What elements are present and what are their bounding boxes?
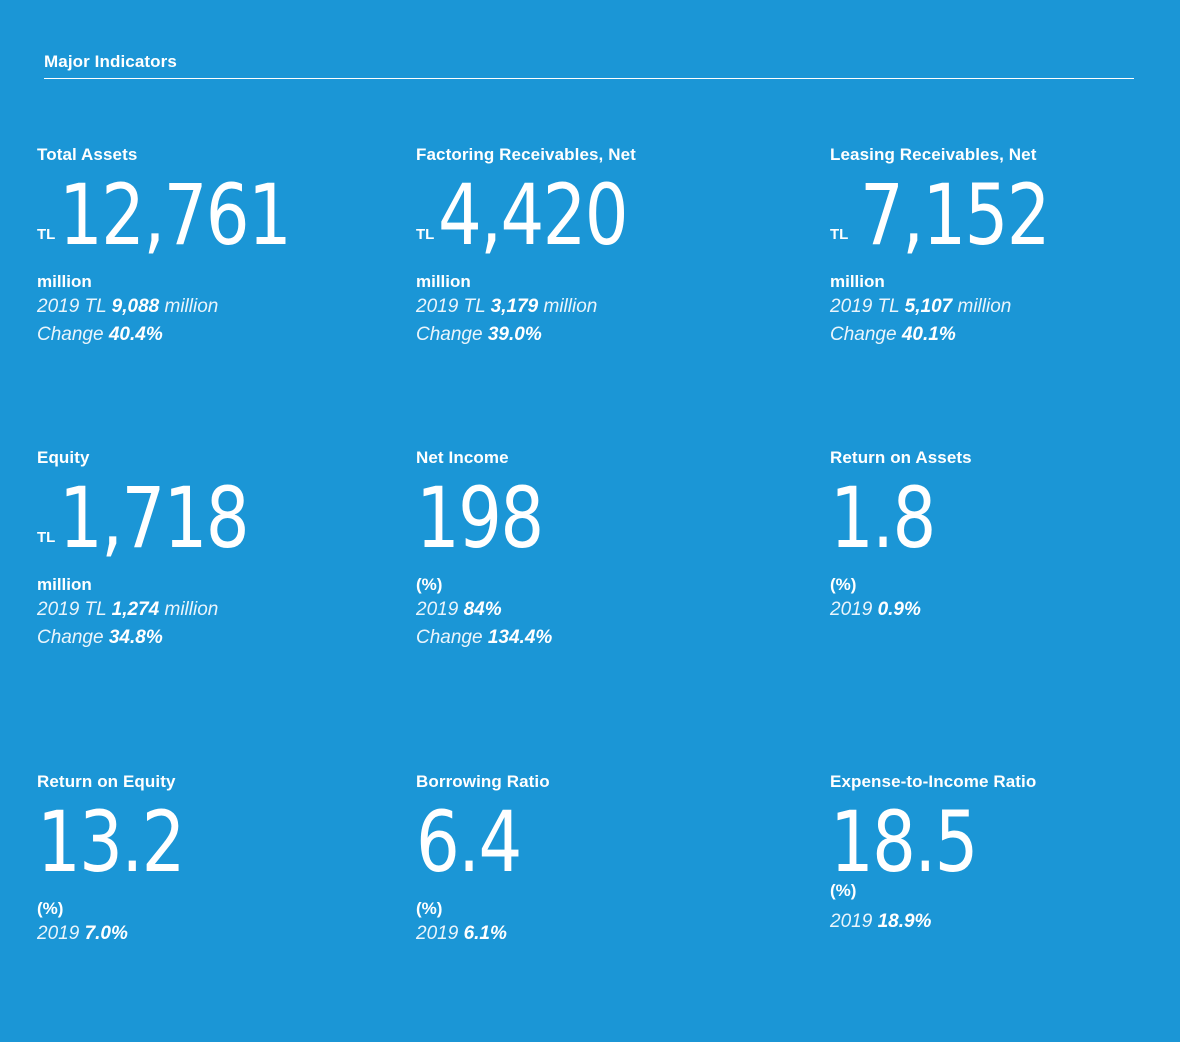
card-value: 4,420 — [438, 166, 629, 264]
card-factoring-receivables: Factoring Receivables, Net TL 4,420 mill… — [416, 145, 636, 349]
card-unit: (%) — [416, 575, 443, 594]
card-value: 198 — [416, 469, 544, 567]
change-line: Change 39.0% — [416, 321, 636, 349]
prev-year-value: 1,274 — [111, 599, 160, 620]
change-line: Change 134.4% — [416, 624, 552, 652]
currency-prefix: TL — [416, 226, 435, 243]
prev-year-suffix: million — [543, 296, 598, 317]
prev-year-prefix: 2019 TL — [37, 599, 107, 620]
card-label: Factoring Receivables, Net — [416, 145, 636, 164]
card-label: Total Assets — [37, 145, 138, 164]
card-label: Borrowing Ratio — [416, 772, 550, 791]
card-big-value: TL 4,420 — [416, 165, 636, 265]
prev-year-value: 7.0% — [84, 923, 128, 944]
card-big-value: TL 12,761 — [37, 165, 292, 265]
currency-prefix: TL — [37, 529, 56, 546]
prev-year-prefix: 2019 — [37, 923, 80, 944]
card-net-income: Net Income 198 (%) 2019 84% Change 134.4… — [416, 448, 552, 652]
prev-year-suffix: million — [164, 296, 219, 317]
card-label: Return on Equity — [37, 772, 176, 791]
change-label: Change — [416, 627, 483, 648]
card-value: 7,152 — [860, 166, 1051, 264]
prev-year-prefix: 2019 — [830, 911, 873, 932]
card-big-value: TL 7,152 — [830, 165, 1051, 265]
card-return-on-equity: Return on Equity 13.2 (%) 2019 7.0% — [37, 772, 185, 948]
card-value: 1.8 — [830, 469, 936, 567]
card-label: Equity — [37, 448, 90, 467]
card-big-value: 13.2 — [37, 792, 185, 892]
card-return-on-assets: Return on Assets 1.8 (%) 2019 0.9% — [830, 448, 972, 624]
prev-year-line: 2019 0.9% — [830, 596, 972, 624]
card-unit: million — [37, 272, 92, 291]
change-line: Change 34.8% — [37, 624, 218, 652]
section-divider — [44, 78, 1134, 79]
prev-year-suffix: million — [957, 296, 1012, 317]
card-equity: Equity TL 1,718 million 2019 TL 1,274 mi… — [37, 448, 250, 652]
prev-year-suffix: million — [164, 599, 219, 620]
change-label: Change — [37, 324, 104, 345]
card-big-value: 18.5 — [830, 792, 1036, 891]
change-value: 39.0% — [487, 324, 542, 345]
card-label: Leasing Receivables, Net — [830, 145, 1037, 164]
card-unit: (%) — [830, 575, 857, 594]
prev-year-value: 0.9% — [877, 599, 921, 620]
prev-year-line: 2019 TL 3,179 million — [416, 293, 636, 321]
prev-year-line: 2019 TL 5,107 million — [830, 293, 1037, 321]
currency-prefix: TL — [37, 226, 56, 243]
card-unit: million — [37, 575, 92, 594]
card-value: 12,761 — [59, 166, 292, 264]
change-line: Change 40.1% — [830, 321, 1037, 349]
card-unit: (%) — [37, 899, 64, 918]
card-value: 6.4 — [416, 793, 522, 891]
prev-year-line: 2019 TL 9,088 million — [37, 293, 218, 321]
prev-year-line: 2019 6.1% — [416, 920, 550, 948]
prev-year-line: 2019 18.9% — [830, 908, 1036, 936]
change-label: Change — [830, 324, 897, 345]
card-label: Return on Assets — [830, 448, 972, 467]
card-label: Expense-to-Income Ratio — [830, 772, 1037, 791]
card-total-assets: Total Assets TL 12,761 million 2019 TL 9… — [37, 145, 292, 349]
prev-year-value: 84% — [463, 599, 502, 620]
prev-year-value: 6.1% — [463, 923, 507, 944]
card-big-value: 1.8 — [830, 468, 972, 568]
change-value: 134.4% — [487, 627, 553, 648]
card-borrowing-ratio: Borrowing Ratio 6.4 (%) 2019 6.1% — [416, 772, 550, 948]
prev-year-prefix: 2019 — [416, 923, 459, 944]
card-unit: (%) — [416, 899, 443, 918]
prev-year-prefix: 2019 — [416, 599, 459, 620]
change-label: Change — [416, 324, 483, 345]
change-label: Change — [37, 627, 104, 648]
card-unit: million — [416, 272, 471, 291]
currency-prefix: TL — [830, 226, 849, 243]
card-leasing-receivables: Leasing Receivables, Net TL 7,152 millio… — [830, 145, 1051, 349]
card-big-value: 198 — [416, 468, 552, 568]
change-line: Change 40.4% — [37, 321, 218, 349]
prev-year-value: 3,179 — [490, 296, 539, 317]
prev-year-prefix: 2019 — [830, 599, 873, 620]
card-value: 18.5 — [830, 793, 978, 891]
prev-year-line: 2019 84% — [416, 596, 552, 624]
prev-year-prefix: 2019 TL — [37, 296, 107, 317]
card-value: 13.2 — [37, 793, 185, 891]
prev-year-prefix: 2019 TL — [830, 296, 900, 317]
prev-year-value: 9,088 — [111, 296, 160, 317]
prev-year-value: 18.9% — [877, 911, 932, 932]
card-expense-to-income-ratio: Expense-to-Income Ratio 18.5 (%) 2019 18… — [830, 772, 1036, 936]
prev-year-line: 2019 7.0% — [37, 920, 176, 948]
prev-year-prefix: 2019 TL — [416, 296, 486, 317]
prev-year-line: 2019 TL 1,274 million — [37, 596, 218, 624]
card-value: 1,718 — [59, 469, 250, 567]
prev-year-value: 5,107 — [904, 296, 953, 317]
card-big-value: TL 1,718 — [37, 468, 250, 568]
card-unit: million — [830, 272, 885, 291]
change-value: 40.1% — [901, 324, 956, 345]
card-label: Net Income — [416, 448, 509, 467]
change-value: 34.8% — [108, 627, 163, 648]
change-value: 40.4% — [108, 324, 163, 345]
card-big-value: 6.4 — [416, 792, 550, 892]
section-title: Major Indicators — [44, 52, 177, 71]
